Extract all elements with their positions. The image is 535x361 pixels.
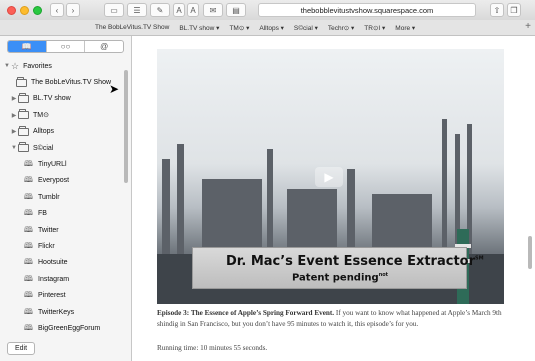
- bookmark-label: Everypost: [38, 177, 70, 185]
- bookmark-label: Instagram: [38, 275, 70, 283]
- folder-icon: [18, 142, 29, 153]
- book-icon: 🕮: [24, 306, 33, 316]
- disclosure-open-icon[interactable]: ▼: [10, 145, 18, 151]
- bookmark-label: Flickr: [38, 242, 55, 250]
- bookmark-more[interactable]: More ▾: [390, 24, 420, 32]
- sidebar-segmented-control: 📖 ○○ @: [7, 40, 124, 53]
- book-icon: 🕮: [24, 240, 33, 250]
- bookmark-label: Pinterest: [38, 292, 66, 300]
- disclosure-closed-icon[interactable]: ▶: [10, 128, 18, 135]
- book-icon: 🕮: [24, 208, 33, 218]
- book-icon: 🕮: [24, 322, 33, 332]
- folder-item[interactable]: ▶ Alltops: [0, 124, 128, 140]
- bookmark-label: FB: [38, 210, 47, 218]
- bookmark-label: Tumblr: [38, 193, 60, 201]
- folder-item[interactable]: ▼ S©cial: [0, 140, 128, 156]
- star-icon: ☆: [11, 60, 20, 71]
- minimize-window-button[interactable]: [20, 6, 29, 15]
- bookmark-label: Twitter: [38, 226, 59, 234]
- bookmarks-tree: ▼ ☆ Favorites The BobLeVitus.TV Show ▶ B…: [0, 58, 128, 337]
- folder-label: TM⊙: [33, 112, 49, 120]
- share-icon[interactable]: ⇧: [490, 3, 504, 17]
- zoom-window-button[interactable]: [33, 6, 42, 15]
- bookmark-label: BigGreenEggForum: [38, 324, 101, 332]
- folder-item[interactable]: ▶ TM⊙: [0, 107, 128, 123]
- list-item[interactable]: 🕮 Tumblr: [0, 189, 128, 205]
- folder-icon: [16, 76, 27, 87]
- bookmark-techro[interactable]: Techr⊙ ▾: [323, 24, 359, 32]
- folder-label: Alltops: [33, 128, 55, 136]
- disclosure-closed-icon[interactable]: ▶: [10, 112, 18, 119]
- close-window-button[interactable]: [7, 6, 16, 15]
- book-icon: 🕮: [24, 257, 33, 267]
- book-icon: 🕮: [24, 290, 33, 300]
- bookmark-bltv-show[interactable]: BL.TV show ▾: [174, 24, 224, 32]
- bookmark-label: TinyURLl: [38, 161, 67, 169]
- folder-label: S©cial: [33, 144, 54, 152]
- list-item[interactable]: 🕮 Everypost: [0, 173, 128, 189]
- shared-links-tab[interactable]: @: [84, 41, 123, 52]
- episode-description: Episode 3: The Essence of Apple’s Spring…: [157, 308, 507, 330]
- address-bar[interactable]: thebobblevitustvshow.squarespace.com: [258, 3, 476, 17]
- book-icon: 🕮: [24, 159, 33, 169]
- favorites-label: Favorites: [23, 62, 52, 70]
- sidebar-scrollbar[interactable]: [124, 70, 128, 183]
- compose-icon[interactable]: ✎: [150, 3, 170, 17]
- bookmark-label: TwitterKeys: [38, 308, 75, 316]
- font-large-icon[interactable]: A: [187, 3, 199, 17]
- edit-button[interactable]: Edit: [7, 342, 35, 355]
- font-small-icon[interactable]: A: [173, 3, 185, 17]
- folder-label: BL.TV show: [33, 95, 71, 103]
- book-icon: 🕮: [24, 273, 33, 283]
- sidebar-icon[interactable]: ▭: [104, 3, 124, 17]
- book-icon: 🕮: [24, 191, 33, 201]
- disclosure-open-icon[interactable]: ▼: [3, 63, 11, 69]
- list-item[interactable]: 🕮 TwitterKeys: [0, 304, 128, 320]
- page-content: ▶ Dr. Mac’s Event Essence ExtractorSM Pa…: [132, 36, 535, 361]
- add-bookmark-icon[interactable]: +: [525, 21, 531, 32]
- video-player[interactable]: ▶ Dr. Mac’s Event Essence ExtractorSM Pa…: [157, 49, 504, 304]
- bookmark-troi[interactable]: TR⊙I ▾: [359, 24, 390, 32]
- episode-title: Episode 3: The Essence of Apple’s Spring…: [157, 309, 335, 317]
- bookmark-bob-show[interactable]: The BobLeVitus.TV Show: [90, 24, 174, 31]
- title-bar: ‹ › ▭ ☰ ✎ A A ✉ ▤ thebobblevitustvshow.s…: [0, 0, 535, 21]
- bookmark-label: Hootsuite: [38, 259, 68, 267]
- banner-title: Dr. Mac’s Event Essence ExtractorSM: [226, 254, 484, 269]
- bookmark-social[interactable]: S©cial ▾: [289, 24, 323, 32]
- bookmark-tm[interactable]: TM⊙ ▾: [224, 24, 254, 32]
- list-item[interactable]: 🕮 Instagram: [0, 271, 128, 287]
- bookmarks-bar: The BobLeVitus.TV Show BL.TV show ▾ TM⊙ …: [0, 20, 535, 36]
- list-item[interactable]: 🕮 BigGreenEggForum: [0, 320, 128, 336]
- list-item[interactable]: 🕮 FB: [0, 206, 128, 222]
- folder-icon: [18, 109, 29, 120]
- reading-list-tab[interactable]: ○○: [45, 41, 85, 52]
- list-item[interactable]: 🕮 Pinterest: [0, 287, 128, 303]
- running-time: Running time: 10 minutes 55 seconds.: [157, 344, 268, 352]
- list-item[interactable]: 🕮 Twitter: [0, 222, 128, 238]
- bookmark-alltops[interactable]: Alltops ▾: [254, 24, 289, 32]
- mail-icon[interactable]: ✉: [203, 3, 223, 17]
- mouse-pointer-icon: ➤: [109, 82, 120, 96]
- address-text: thebobblevitustvshow.squarespace.com: [300, 5, 434, 15]
- favorites-folder[interactable]: ▼ ☆ Favorites: [0, 58, 128, 74]
- folder-icon: [18, 125, 29, 136]
- list-item[interactable]: 🕮 Hootsuite: [0, 255, 128, 271]
- bookmark-label: The BobLeVitus.TV Show: [31, 79, 112, 87]
- tabs-icon[interactable]: ❐: [507, 3, 521, 17]
- book-icon: 🕮: [24, 175, 33, 185]
- video-title-banner: Dr. Mac’s Event Essence ExtractorSM Pate…: [192, 247, 484, 289]
- book-icon: 🕮: [24, 224, 33, 234]
- banner-subtitle: Patent pendingnot: [292, 272, 389, 284]
- forward-icon[interactable]: ›: [66, 3, 80, 17]
- folder-icon: [18, 92, 29, 103]
- disclosure-closed-icon[interactable]: ▶: [10, 95, 18, 102]
- list-item[interactable]: 🕮 Flickr: [0, 238, 128, 254]
- play-icon[interactable]: ▶: [315, 167, 343, 187]
- bookmarks-tab[interactable]: 📖: [8, 41, 46, 52]
- print-icon[interactable]: ▤: [226, 3, 246, 17]
- list-item[interactable]: 🕮 TinyURLl: [0, 156, 128, 172]
- reading-list-icon[interactable]: ☰: [127, 3, 147, 17]
- page-scrollbar[interactable]: [528, 236, 532, 269]
- back-icon[interactable]: ‹: [50, 3, 64, 17]
